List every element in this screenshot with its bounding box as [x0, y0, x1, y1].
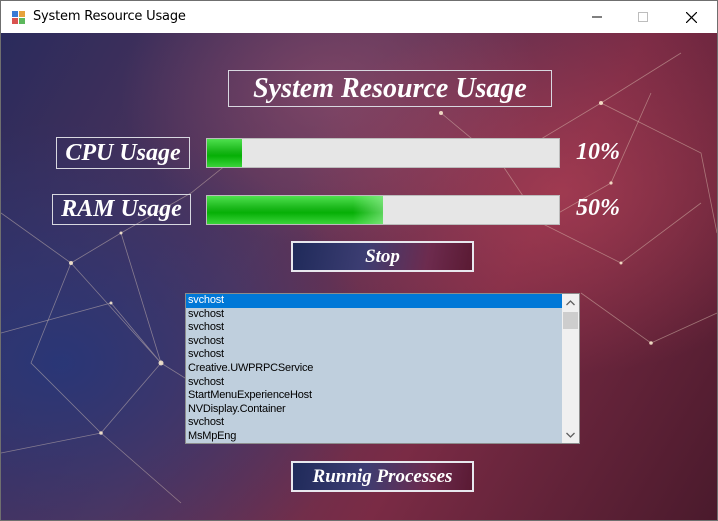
scroll-up-button[interactable]	[562, 294, 579, 311]
page-title: System Resource Usage	[253, 73, 527, 104]
stop-button[interactable]: Stop	[291, 241, 474, 272]
list-item[interactable]: StartMenuExperienceHost	[186, 389, 562, 403]
process-listbox[interactable]: svchost svchost svchost svchost svchost Creat…	[185, 293, 580, 444]
cpu-progress-fill	[207, 139, 243, 167]
running-processes-button-label: Runnig Processes	[312, 466, 453, 487]
maximize-button[interactable]	[620, 1, 666, 33]
cpu-progress-bar	[206, 138, 560, 168]
list-item[interactable]: svchost	[186, 335, 562, 349]
list-item[interactable]: svchost	[186, 294, 562, 308]
list-item[interactable]: Creative.UWPRPCService	[186, 362, 562, 376]
scroll-thumb[interactable]	[563, 312, 578, 329]
close-icon	[685, 11, 697, 23]
list-item[interactable]: svchost	[186, 321, 562, 335]
window-title: System Resource Usage	[33, 9, 186, 24]
ram-percent-text: 50%	[576, 195, 620, 221]
cpu-usage-label: CPU Usage	[65, 140, 181, 166]
process-list: svchost svchost svchost svchost svchost Creat…	[186, 294, 562, 443]
list-item[interactable]: svchost	[186, 308, 562, 322]
list-item[interactable]: svchost	[186, 376, 562, 390]
ram-label-frame: RAM Usage	[52, 194, 191, 225]
stop-button-label: Stop	[365, 246, 400, 267]
title-bar[interactable]: System Resource Usage	[1, 1, 717, 33]
cpu-percent-text: 10%	[576, 139, 620, 165]
maximize-icon	[638, 12, 648, 22]
client-area: System Resource Usage CPU Usage 10% RAM …	[1, 33, 717, 520]
list-item[interactable]: svchost	[186, 348, 562, 362]
list-item[interactable]: MsMpEng	[186, 430, 562, 443]
scroll-up-icon	[566, 299, 575, 305]
list-item[interactable]: NVDisplay.Container	[186, 403, 562, 417]
close-button[interactable]	[668, 1, 714, 33]
scroll-down-button[interactable]	[562, 426, 579, 443]
cpu-label-frame: CPU Usage	[56, 137, 190, 169]
scroll-down-icon	[566, 432, 575, 438]
minimize-icon	[592, 16, 602, 18]
running-processes-button[interactable]: Runnig Processes	[291, 461, 474, 492]
ram-progress-fill	[207, 196, 383, 224]
ram-usage-label: RAM Usage	[61, 196, 182, 222]
app-window: System Resource Usage System Resource Us…	[0, 0, 718, 521]
minimize-button[interactable]	[574, 1, 620, 33]
app-icon	[12, 11, 25, 24]
list-item[interactable]: svchost	[186, 416, 562, 430]
heading-frame: System Resource Usage	[228, 70, 552, 107]
vertical-scrollbar[interactable]	[562, 294, 579, 443]
ram-progress-bar	[206, 195, 560, 225]
